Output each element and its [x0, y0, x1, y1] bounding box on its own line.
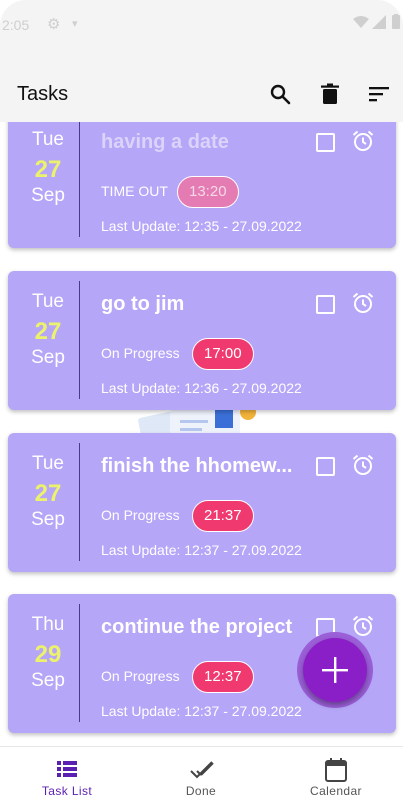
nav-label: Calendar [310, 784, 362, 798]
task-status: TIME OUT [101, 183, 168, 199]
task-month: Sep [31, 185, 65, 206]
task-last-update: Last Update: 12:37 - 27.09.2022 [101, 703, 302, 719]
task-time-badge: 21:37 [192, 500, 254, 532]
bottom-navigation: Task List Done Calendar [0, 746, 403, 805]
alarm-icon[interactable] [351, 453, 375, 477]
task-status: On Progress [101, 507, 180, 523]
task-day-number: 27 [34, 480, 62, 507]
delete-icon[interactable] [318, 82, 342, 106]
task-card[interactable]: Tue 27 Sep having a date TIME OUT 13:20 … [8, 122, 396, 248]
nav-done[interactable]: Done [134, 747, 268, 805]
task-title: continue the project [101, 616, 293, 638]
card-divider [79, 443, 80, 561]
task-last-update: Last Update: 12:36 - 27.09.2022 [101, 380, 302, 396]
alarm-icon[interactable] [351, 129, 375, 153]
task-day-number: 29 [34, 641, 62, 668]
nav-label: Task List [41, 784, 93, 798]
task-last-update: Last Update: 12:37 - 27.09.2022 [101, 542, 302, 558]
task-last-update: Last Update: 12:35 - 27.09.2022 [101, 218, 302, 234]
task-month: Sep [31, 347, 65, 368]
task-time-badge: 12:37 [192, 661, 254, 693]
status-time: 2:05 [2, 17, 30, 33]
wifi-icon [353, 16, 369, 28]
search-icon[interactable] [268, 82, 292, 106]
task-card[interactable]: Tue 27 Sep finish the hhomew... On Progr… [8, 433, 396, 572]
task-day-of-week: Tue [31, 453, 65, 474]
card-divider [79, 604, 80, 722]
settings-notification-icon: ⚙ [47, 16, 61, 33]
check-icon [190, 761, 214, 779]
card-divider [79, 122, 80, 237]
plus-icon [322, 657, 348, 683]
battery-icon [392, 14, 400, 29]
sort-icon[interactable] [367, 82, 391, 106]
nav-calendar[interactable]: Calendar [269, 747, 403, 805]
signal-icon [372, 15, 386, 29]
task-title: go to jim [101, 293, 185, 315]
task-day-of-week: Tue [31, 291, 65, 312]
task-time-badge: 13:20 [177, 176, 239, 208]
task-status: On Progress [101, 668, 180, 684]
task-day-number: 27 [34, 156, 62, 183]
add-task-button[interactable] [303, 638, 367, 702]
task-status: On Progress [101, 345, 180, 361]
task-done-checkbox[interactable] [316, 133, 335, 152]
page-title: Tasks [17, 83, 69, 105]
task-card[interactable]: Tue 27 Sep go to jim On Progress 17:00 L… [8, 271, 396, 410]
status-bar: 2:05 ⚙ ▾ [0, 0, 403, 50]
task-day-of-week: Thu [31, 614, 65, 635]
nav-task-list[interactable]: Task List [0, 747, 134, 805]
list-icon [57, 761, 77, 777]
task-title: having a date [101, 131, 229, 153]
nav-label: Done [185, 784, 217, 798]
app-bar: Tasks [0, 50, 403, 122]
task-done-checkbox[interactable] [316, 457, 335, 476]
task-title: finish the hhomew... [101, 455, 293, 477]
card-divider [79, 281, 80, 399]
task-month: Sep [31, 509, 65, 530]
alarm-icon[interactable] [351, 291, 375, 315]
task-done-checkbox[interactable] [316, 295, 335, 314]
task-day-of-week: Tue [31, 129, 65, 150]
calendar-icon [325, 758, 347, 782]
alarm-icon[interactable] [351, 614, 375, 638]
task-time-badge: 17:00 [192, 338, 254, 370]
task-day-number: 27 [34, 318, 62, 345]
notification-dot-icon: ▾ [72, 18, 78, 30]
task-month: Sep [31, 670, 65, 691]
